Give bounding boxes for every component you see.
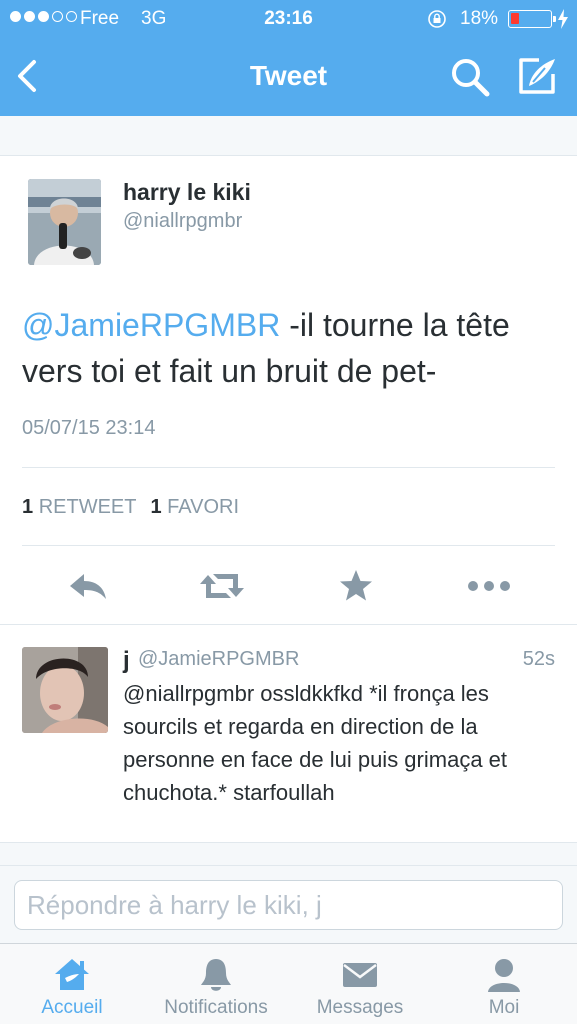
nav-bar: Tweet [0,38,577,116]
tweet-text: @JamieRPGMBR -il tourne la tête vers toi… [22,302,562,394]
tab-messages[interactable]: Messages [288,944,432,1024]
favorite-label: FAVORI [167,496,240,518]
search-icon[interactable] [449,56,491,98]
tweet-detail-screen: Free 3G 23:16 18% Tweet harry le kiki @n… [0,0,577,1024]
bell-icon [201,959,231,991]
status-bar: Free 3G 23:16 18% [0,0,577,38]
rotation-lock-icon [428,10,446,28]
user-icon [488,959,520,992]
tweet-card: harry le kiki @niallrpgmbr @JamieRPGMBR … [0,155,577,625]
tab-moi[interactable]: Moi [432,944,576,1024]
favorite-stat[interactable]: 1 FAVORI [150,496,239,519]
tab-bar: Accueil Notifications Messages Moi [0,943,577,1024]
reply-time: 52s [522,648,555,670]
tweet-stats: 1 RETWEET 1 FAVORI [22,496,239,519]
tab-label: Notifications [164,997,268,1018]
tweet-actions [0,561,577,611]
retweet-stat[interactable]: 1 RETWEET [22,496,136,519]
tab-label: Accueil [41,997,103,1018]
header: Free 3G 23:16 18% Tweet [0,0,577,116]
favorite-count: 1 [150,496,162,518]
tab-label: Moi [488,997,520,1018]
author-name[interactable]: harry le kiki [123,179,251,206]
divider [22,545,555,546]
battery-level [511,13,519,24]
tab-accueil[interactable]: Accueil [0,944,144,1024]
retweet-label: RETWEET [38,496,137,518]
favorite-star-icon[interactable] [336,561,376,611]
reply-author-handle[interactable]: @JamieRPGMBR [138,648,299,671]
reply-icon[interactable] [66,561,110,611]
tab-notifications[interactable]: Notifications [144,944,288,1024]
retweet-count: 1 [22,496,34,518]
reply-text: @niallrpgmbr ossldkkfkd *il fronça les s… [123,681,508,805]
battery-icon [508,10,556,28]
mention-link[interactable]: @JamieRPGMBR [22,307,280,343]
reply-composer [0,865,577,943]
compose-icon[interactable] [515,54,559,98]
author-handle[interactable]: @niallrpgmbr [123,210,242,233]
charging-bolt-icon [558,9,568,29]
battery-percent: 18% [460,8,499,29]
reply-input[interactable] [14,880,563,930]
envelope-icon [343,963,377,987]
tweet-timestamp: 05/07/15 23:14 [22,417,156,439]
home-icon [55,959,89,990]
reply-author-name[interactable]: j [123,647,130,675]
divider [22,467,555,468]
author-avatar[interactable] [28,179,101,265]
reply-tweet[interactable]: j @JamieRPGMBR 52s @niallrpgmbr ossldkkf… [0,625,577,843]
reply-avatar[interactable] [22,647,108,733]
more-icon[interactable] [466,561,512,611]
tab-label: Messages [316,997,404,1018]
retweet-icon[interactable] [196,561,248,611]
